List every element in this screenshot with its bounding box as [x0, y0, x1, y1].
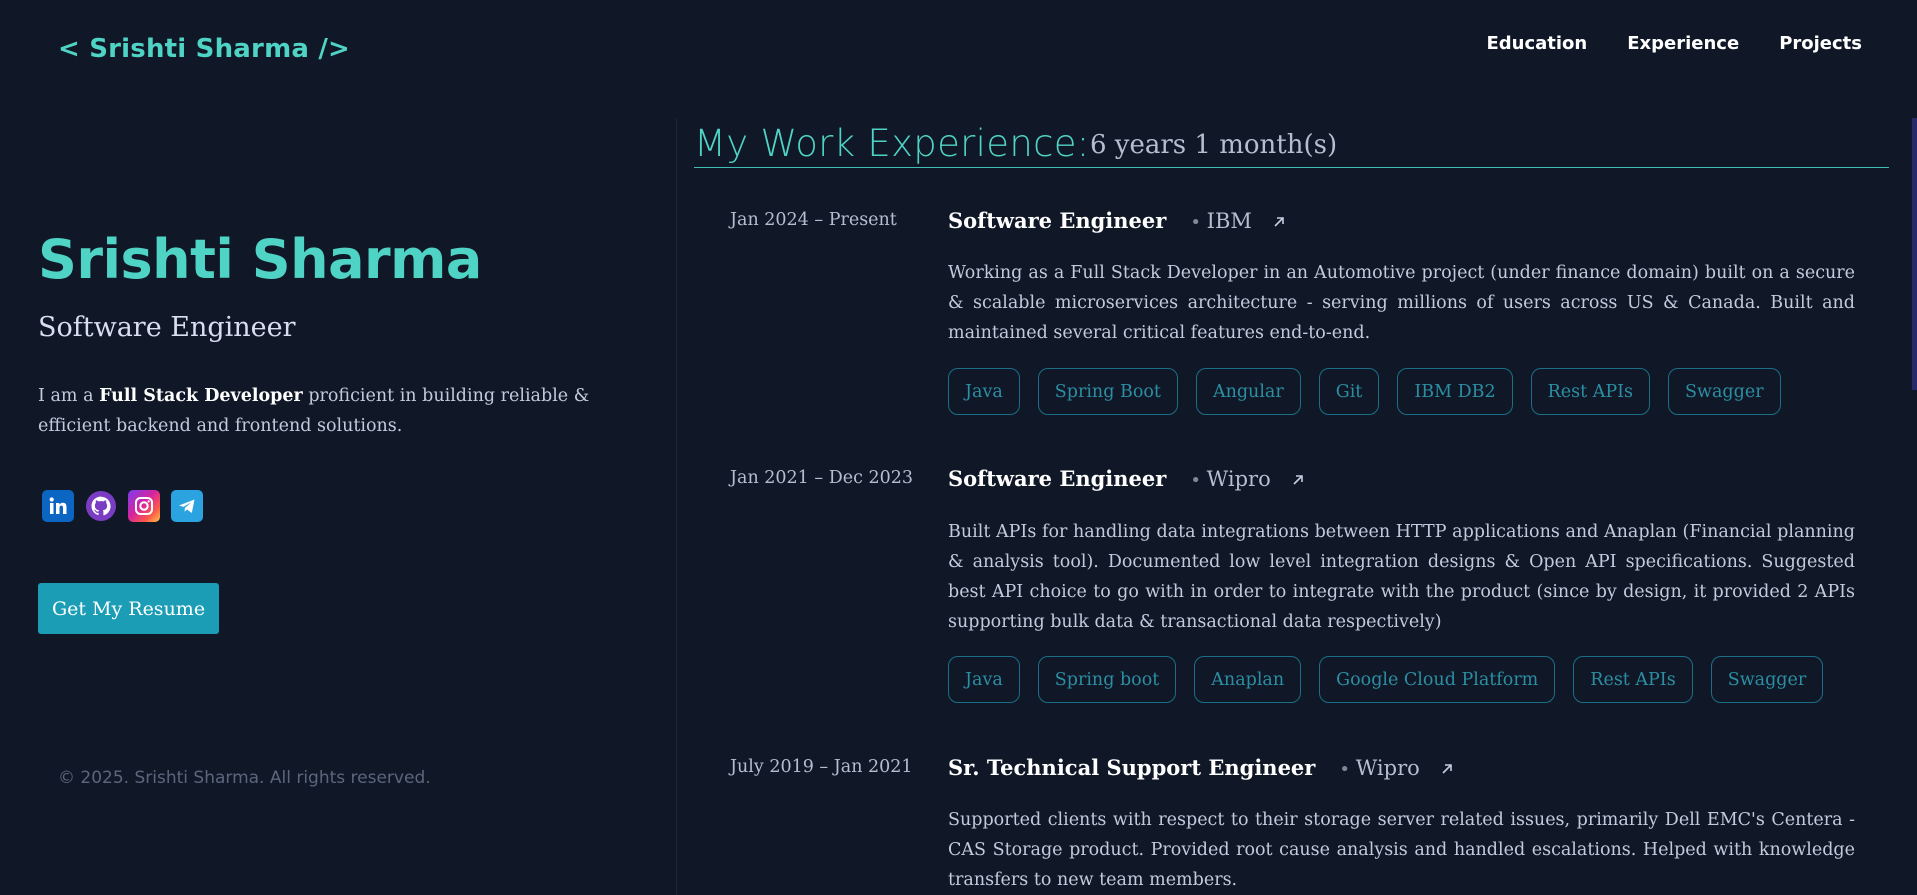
instagram-icon[interactable]: [128, 490, 160, 522]
job-description: Working as a Full Stack Developer in an …: [948, 263, 1855, 343]
top-nav: Education Experience Projects: [1486, 33, 1862, 54]
intro-panel: Srishti Sharma Software Engineer I am a …: [0, 0, 676, 895]
job-title: Sr. Technical Support Engineer: [948, 755, 1316, 780]
skill-tag: Git: [1318, 368, 1380, 415]
experience-duration: 6 years 1 month(s): [1090, 130, 1338, 160]
skill-tag: Swagger: [1710, 656, 1824, 703]
job-company: Wipro: [1339, 756, 1420, 780]
experience-title: My Work Experience:: [694, 122, 1090, 165]
experience-header: My Work Experience: 6 years 1 month(s): [694, 122, 1889, 168]
get-resume-button[interactable]: Get My Resume: [38, 583, 219, 634]
bio-prefix: I am a: [38, 386, 100, 406]
skill-tag: Rest APIs: [1573, 656, 1693, 703]
job-heading: Software Engineer IBM: [948, 208, 1286, 233]
job-title: Software Engineer: [948, 466, 1167, 491]
skill-tags: Java Spring boot Anaplan Google Cloud Pl…: [948, 656, 1824, 703]
skill-tag: Angular: [1195, 368, 1301, 415]
job-title: Software Engineer: [948, 208, 1167, 233]
external-link-icon[interactable]: [1440, 761, 1454, 775]
skill-tag: Anaplan: [1194, 656, 1302, 703]
telegram-icon[interactable]: [171, 490, 203, 522]
job-date: Jan 2024 – Present: [730, 210, 897, 230]
hero-role: Software Engineer: [38, 312, 296, 343]
job-company: IBM: [1190, 209, 1252, 233]
nav-experience[interactable]: Experience: [1627, 33, 1739, 54]
job-company: Wipro: [1190, 467, 1271, 491]
job-description: Built APIs for handling data integration…: [948, 522, 1855, 632]
skill-tag: Java: [948, 368, 1020, 415]
linkedin-icon[interactable]: [42, 490, 74, 522]
skill-tag: Swagger: [1668, 368, 1781, 415]
job-heading: Sr. Technical Support Engineer Wipro: [948, 755, 1454, 780]
job-date: July 2019 – Jan 2021: [730, 757, 913, 777]
job-heading: Software Engineer Wipro: [948, 466, 1305, 491]
external-link-icon[interactable]: [1291, 472, 1305, 486]
bio-highlight: Full Stack Developer: [99, 386, 303, 406]
skill-tag: Spring boot: [1037, 656, 1177, 703]
nav-education[interactable]: Education: [1486, 33, 1587, 54]
skill-tag: Rest APIs: [1530, 368, 1651, 415]
skill-tag: Spring Boot: [1037, 368, 1178, 415]
skill-tags: Java Spring Boot Angular Git IBM DB2 Res…: [948, 368, 1781, 415]
hero-name: Srishti Sharma: [38, 228, 482, 291]
external-link-icon[interactable]: [1272, 214, 1286, 228]
copyright-footer: © 2025. Srishti Sharma. All rights reser…: [58, 768, 431, 788]
job-date: Jan 2021 – Dec 2023: [730, 468, 913, 488]
scrollbar-thumb[interactable]: [1912, 118, 1917, 390]
social-links: [42, 490, 203, 522]
hero-bio: I am a Full Stack Developer proficient i…: [38, 381, 648, 441]
skill-tag: Google Cloud Platform: [1319, 656, 1556, 703]
skill-tag: Java: [948, 656, 1020, 703]
skill-tag: IBM DB2: [1397, 368, 1513, 415]
nav-projects[interactable]: Projects: [1779, 33, 1862, 54]
job-description: Supported clients with respect to their …: [948, 810, 1855, 890]
panel-divider: [676, 118, 677, 895]
github-icon[interactable]: [85, 490, 117, 522]
